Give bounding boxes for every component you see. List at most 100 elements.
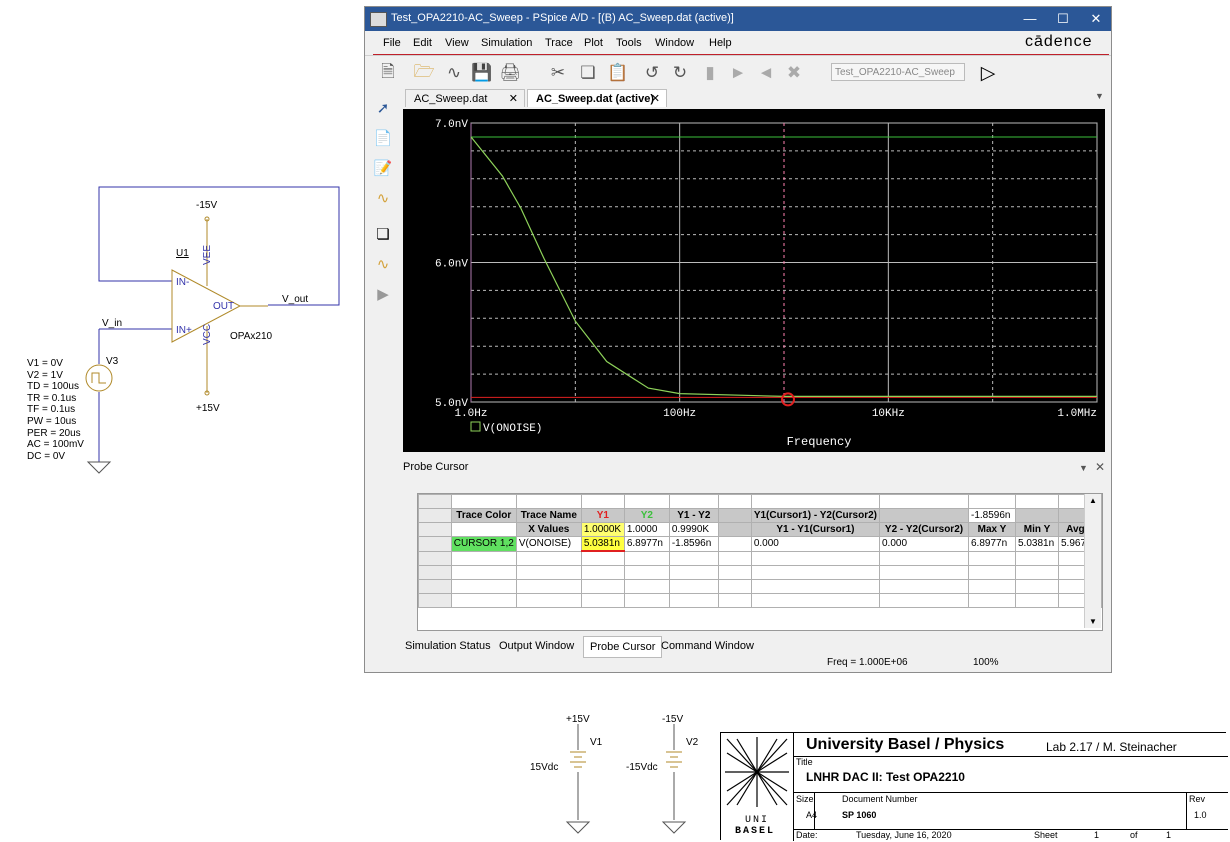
table-cell[interactable] — [750, 550, 881, 566]
tab-probe-cursor[interactable]: Probe Cursor — [583, 636, 663, 658]
table-cell[interactable]: 0.000 — [879, 536, 969, 552]
save-icon[interactable]: 💾 — [471, 62, 493, 84]
table-cell[interactable] — [717, 550, 752, 566]
table-cell[interactable] — [717, 536, 752, 552]
table-cell[interactable]: 0.9990K — [668, 522, 719, 537]
open-folder-icon[interactable]: 🗁 — [413, 62, 435, 84]
doc-edit-icon[interactable]: 📝 — [372, 157, 394, 179]
row-header-cell[interactable] — [418, 508, 452, 523]
table-cell[interactable] — [580, 550, 625, 566]
table-cell[interactable] — [623, 593, 670, 608]
table-cell[interactable] — [668, 565, 719, 580]
close-button[interactable]: ✕ — [1081, 9, 1111, 29]
close-icon[interactable]: ✕ — [509, 90, 518, 108]
row-header-cell[interactable] — [418, 579, 452, 594]
new-file-icon[interactable]: 🗎 — [377, 62, 399, 84]
table-cell[interactable]: CURSOR 1,2 — [450, 536, 517, 552]
menu-plot[interactable]: Plot — [584, 37, 603, 49]
panel-chevron-icon[interactable]: ▼ — [1079, 463, 1088, 473]
scroll-down-icon[interactable]: ▼ — [1085, 617, 1101, 626]
table-cell[interactable] — [968, 593, 1016, 608]
table-cell[interactable]: Y1 - Y2 — [668, 508, 719, 523]
profile-select[interactable]: Test_OPA2210-AC_Sweep — [831, 63, 965, 81]
table-cell[interactable] — [668, 550, 719, 566]
bookmark-icon[interactable]: ▮ — [699, 62, 721, 84]
table-cell[interactable] — [879, 494, 969, 509]
table-cell[interactable] — [515, 565, 582, 580]
row-header-cell[interactable] — [418, 494, 452, 509]
menu-edit[interactable]: Edit — [413, 37, 432, 49]
window-stack-icon[interactable]: ❏ — [372, 223, 394, 245]
table-cell[interactable] — [968, 565, 1016, 580]
table-cell[interactable]: 6.8977n — [623, 536, 670, 552]
print-icon[interactable]: 🖨 — [499, 62, 521, 84]
table-cell[interactable]: 6.8977n — [968, 536, 1016, 552]
table-cell[interactable] — [750, 565, 881, 580]
table-cell[interactable] — [1015, 593, 1059, 608]
table-cell[interactable]: Trace Color — [450, 508, 517, 523]
row-header-cell[interactable] — [418, 536, 452, 552]
table-cell[interactable]: Trace Name — [515, 508, 582, 523]
tab-output-window[interactable]: Output Window — [493, 636, 580, 656]
bookmark-prev-icon[interactable]: ◄ — [755, 62, 777, 84]
table-cell[interactable] — [623, 579, 670, 594]
waveform-icon[interactable]: ∿ — [443, 62, 465, 84]
cut-icon[interactable]: ✂ — [547, 62, 569, 84]
table-cell[interactable] — [879, 508, 969, 523]
table-cell[interactable] — [750, 593, 881, 608]
table-cell[interactable] — [717, 522, 752, 537]
table-cell[interactable] — [879, 565, 969, 580]
trace-edit-icon[interactable]: ∿ — [372, 253, 394, 275]
tab-list-chevron-icon[interactable]: ▼ — [1095, 91, 1104, 101]
probe-icon[interactable]: ➚ — [372, 97, 394, 119]
table-cell[interactable] — [717, 593, 752, 608]
document-icon[interactable]: 📄 — [372, 127, 394, 149]
table-cell[interactable] — [717, 565, 752, 580]
table-cell[interactable] — [1015, 579, 1059, 594]
table-cell[interactable] — [623, 550, 670, 566]
tab-ac-sweep-active[interactable]: AC_Sweep.dat (active) ✕ — [527, 89, 667, 107]
row-header-cell[interactable] — [418, 522, 452, 537]
table-cell[interactable]: Y2 - Y2(Cursor2) — [879, 522, 969, 537]
trace-search-icon[interactable]: ∿ — [372, 187, 394, 209]
table-cell[interactable] — [1015, 508, 1059, 523]
table-cell[interactable]: Y1(Cursor1) - Y2(Cursor2) — [750, 508, 881, 523]
table-cell[interactable] — [1015, 550, 1059, 566]
table-cell[interactable] — [668, 494, 719, 509]
table-cell[interactable] — [580, 593, 625, 608]
plot-area[interactable]: 1.0Hz 100Hz 10KHz 1.0MHz 7.0nV 6.0nV 5.0nV V(ON… — [403, 109, 1105, 452]
table-cell[interactable] — [623, 565, 670, 580]
table-cell[interactable]: Y1 — [580, 508, 625, 523]
minimize-button[interactable]: — — [1015, 9, 1045, 29]
table-cell[interactable]: 0.000 — [750, 536, 881, 552]
menu-help[interactable]: Help — [709, 37, 732, 49]
table-cell[interactable]: 5.0381n — [580, 536, 625, 552]
table-cell[interactable]: 1.0000K — [580, 522, 625, 537]
row-header-cell[interactable] — [418, 593, 452, 608]
table-cell[interactable]: Min Y — [1015, 522, 1059, 537]
table-cell[interactable] — [450, 579, 517, 594]
table-cell[interactable] — [717, 579, 752, 594]
play-settings-icon[interactable]: ▶ — [372, 283, 394, 305]
table-cell[interactable]: -1.8596n — [968, 508, 1016, 523]
table-cell[interactable]: -1.8596n — [668, 536, 719, 552]
table-cell[interactable] — [1015, 494, 1059, 509]
menu-tools[interactable]: Tools — [616, 37, 642, 49]
table-cell[interactable] — [717, 494, 752, 509]
tab-command-window[interactable]: Command Window — [655, 636, 760, 656]
menu-file[interactable]: File — [383, 37, 401, 49]
table-cell[interactable]: X Values — [515, 522, 582, 537]
table-cell[interactable]: 1.0000 — [623, 522, 670, 537]
table-cell[interactable] — [968, 550, 1016, 566]
scroll-up-icon[interactable]: ▲ — [1085, 496, 1101, 505]
table-cell[interactable] — [750, 579, 881, 594]
scrollbar[interactable]: ▲ ▼ — [1084, 494, 1101, 628]
table-cell[interactable] — [879, 593, 969, 608]
row-header-cell[interactable] — [418, 565, 452, 580]
table-cell[interactable] — [750, 494, 881, 509]
table-cell[interactable] — [450, 522, 517, 537]
bookmark-clear-icon[interactable]: ✖ — [783, 62, 805, 84]
panel-close-icon[interactable]: ✕ — [1095, 460, 1105, 474]
table-cell[interactable]: Y2 — [623, 508, 670, 523]
table-cell[interactable] — [580, 494, 625, 509]
